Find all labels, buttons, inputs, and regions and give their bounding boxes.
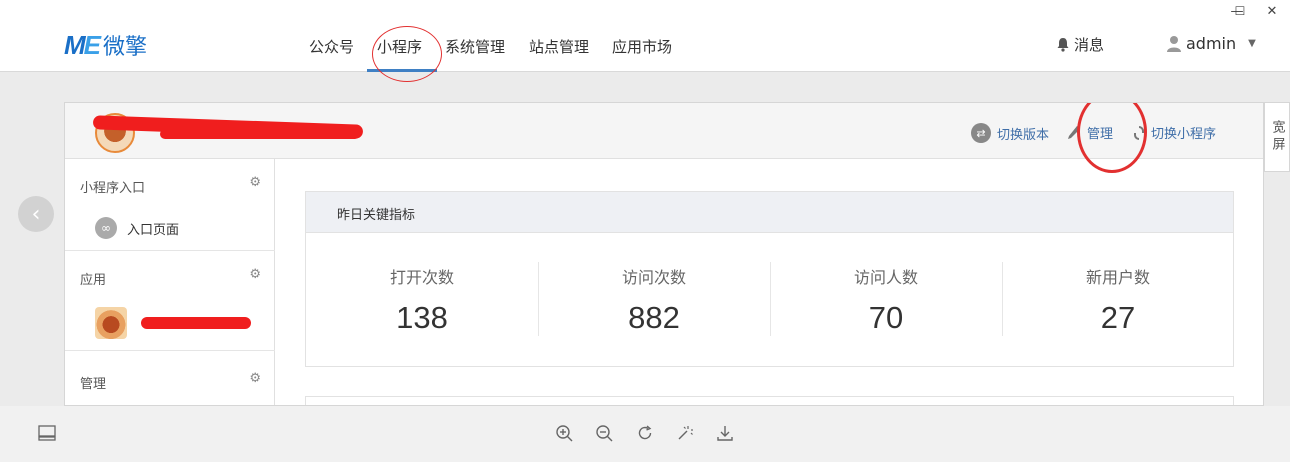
- top-navbar: ME 微擎 公众号 小程序 系统管理 站点管理 应用市场 消息 admin ▼: [0, 24, 1290, 82]
- logo-mark-icon: ME: [64, 29, 101, 60]
- sidebar-item-entry-page[interactable]: ∞ 入口页面: [95, 217, 179, 239]
- chevron-left-icon: ‹: [31, 201, 41, 227]
- app-thumbnail: [95, 307, 127, 339]
- user-menu[interactable]: admin ▼: [1166, 34, 1256, 53]
- metric-label: 访问次数: [621, 268, 686, 287]
- messages-label: 消息: [1074, 36, 1105, 54]
- annotation-circle-manage: [1077, 103, 1147, 173]
- metric-visits: 访问次数 882: [538, 264, 770, 336]
- metric-new-users: 新用户数 27: [1002, 264, 1234, 336]
- metrics-title: 昨日关键指标: [306, 192, 1233, 233]
- sidebar-section-title: 小程序入口: [80, 181, 146, 196]
- key-metrics-panel: 昨日关键指标 打开次数 138 访问次数 882 访问人数 70 新用户数 27: [305, 191, 1234, 367]
- gear-icon[interactable]: ⚙: [249, 267, 261, 282]
- switch-miniapp-label: 切换小程序: [1151, 127, 1217, 142]
- switch-version-label: 切换版本: [997, 127, 1050, 143]
- metric-visitors: 访问人数 70: [770, 264, 1002, 336]
- logo-text: 微擎: [103, 35, 148, 60]
- miniapp-dashboard-card: ⇄ 切换版本 管理 切换小程序 小程序入口 ⚙ ∞ 入口页面 应用 ⚙ 管理 ⚙…: [64, 102, 1264, 406]
- wide-screen-toggle[interactable]: 宽屏: [1264, 102, 1290, 172]
- viewer-toolbar: [0, 406, 1290, 462]
- link-icon: ∞: [95, 217, 117, 239]
- sidebar-item-app[interactable]: [95, 307, 251, 339]
- gear-icon[interactable]: ⚙: [249, 175, 261, 190]
- annotation-circle-nav: [372, 26, 442, 82]
- layout-icon[interactable]: [36, 422, 58, 444]
- sidebar-section-apps: 应用 ⚙: [65, 251, 275, 351]
- metric-value: 27: [1100, 300, 1136, 335]
- metric-value: 882: [628, 300, 680, 335]
- messages-link[interactable]: 消息: [1056, 34, 1104, 55]
- metric-label: 访问人数: [853, 268, 918, 287]
- nav-item-official-account[interactable]: 公众号: [309, 36, 354, 57]
- redacted-app-name-mark: [141, 317, 251, 329]
- sidebar: 小程序入口 ⚙ ∞ 入口页面 应用 ⚙ 管理 ⚙: [65, 159, 275, 405]
- sidebar-section-title: 管理: [80, 377, 107, 392]
- gear-icon[interactable]: ⚙: [249, 371, 261, 386]
- nav-item-system[interactable]: 系统管理: [445, 36, 505, 57]
- sidebar-section-manage: 管理 ⚙: [65, 351, 275, 405]
- nav-item-site[interactable]: 站点管理: [529, 36, 589, 57]
- magic-wand-icon[interactable]: [674, 422, 696, 444]
- metric-opens: 打开次数 138: [306, 264, 538, 336]
- metric-value: 138: [396, 300, 448, 335]
- chevron-down-icon: ▼: [1248, 38, 1256, 49]
- redacted-name-mark-2: [160, 129, 360, 139]
- back-arrow-button[interactable]: ‹: [18, 196, 54, 232]
- window-titlebar: — ☐ ✕: [0, 0, 1290, 24]
- bell-icon: [1057, 38, 1069, 52]
- zoom-in-icon[interactable]: [553, 422, 575, 444]
- logo[interactable]: ME 微擎: [64, 29, 147, 61]
- card-header: ⇄ 切换版本 管理 切换小程序: [65, 103, 1263, 173]
- secondary-panel: [305, 396, 1234, 405]
- nav-item-app-market[interactable]: 应用市场: [612, 36, 672, 57]
- sidebar-section-entry: 小程序入口 ⚙ ∞ 入口页面: [65, 159, 275, 251]
- close-button[interactable]: ✕: [1262, 3, 1282, 19]
- maximize-button[interactable]: ☐: [1230, 3, 1250, 19]
- sidebar-section-title: 应用: [80, 273, 107, 288]
- user-name: admin: [1186, 34, 1237, 53]
- metric-label: 新用户数: [1085, 268, 1150, 287]
- rotate-icon[interactable]: [634, 422, 656, 444]
- user-icon: [1167, 36, 1181, 52]
- switch-icon: ⇄: [971, 123, 991, 143]
- metric-value: 70: [868, 300, 904, 335]
- metric-label: 打开次数: [389, 268, 454, 287]
- sidebar-item-label: 入口页面: [127, 222, 180, 238]
- download-icon[interactable]: [714, 422, 736, 444]
- switch-version-link[interactable]: ⇄ 切换版本: [971, 123, 1049, 143]
- zoom-out-icon[interactable]: [593, 422, 615, 444]
